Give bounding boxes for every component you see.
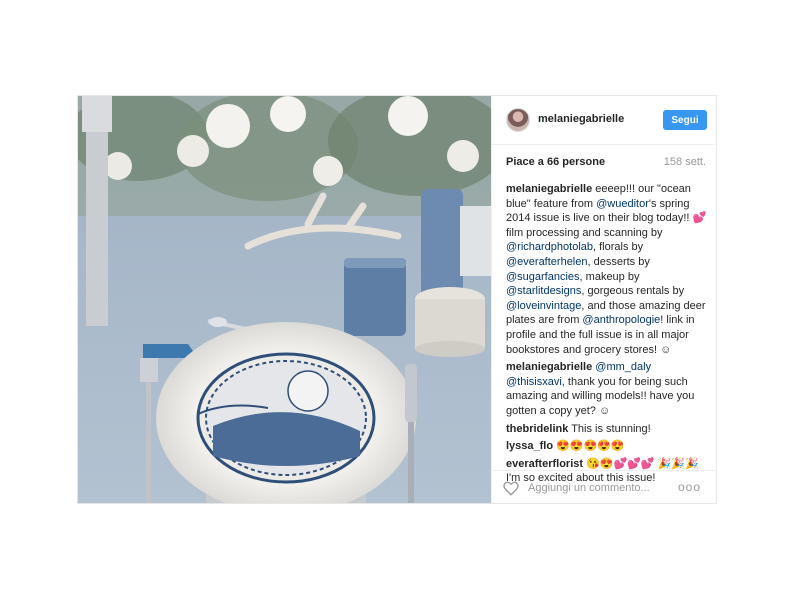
comment-username[interactable]: thebridelink [506,423,568,435]
post-header: melaniegabrielle Segui [492,96,717,145]
heart-outline-icon[interactable] [502,479,520,497]
comment-list: melaniegabrielle eeeep!!! our "ocean blu… [506,182,708,489]
mention-link[interactable]: @mm_daly [595,361,651,373]
more-dots-icon[interactable]: ooo [678,480,701,494]
post-author-username[interactable]: melaniegabrielle [538,113,624,125]
comment: melaniegabrielle eeeep!!! our "ocean blu… [506,182,708,357]
add-comment-input[interactable] [528,480,668,496]
comment-text: , makeup by [579,270,640,283]
comment: melaniegabrielle @mm_daly @thisisxavi, t… [506,360,708,418]
comment: thebridelink This is stunning! [506,422,708,437]
instagram-post: melaniegabrielle Segui Piace a 66 person… [77,95,717,504]
comment-bar: ooo [492,470,717,504]
post-sidebar: melaniegabrielle Segui Piace a 66 person… [491,96,717,504]
comment-username[interactable]: melaniegabrielle [506,361,592,373]
avatar[interactable] [506,108,530,132]
like-count[interactable]: Piace a 66 persone [506,156,605,168]
mention-link[interactable]: @sugarfancies [506,271,580,283]
comment-username[interactable]: everafterflorist [506,458,583,470]
mention-link[interactable]: @wueditor [596,198,649,210]
mention-link[interactable]: @loveinvintage [506,300,581,312]
mention-link[interactable]: @richardphotolab [506,241,593,253]
comment-username[interactable]: lyssa_flo [506,440,553,452]
mention-link[interactable]: @anthropologie [582,314,660,326]
mention-link[interactable]: @starlitdesigns [506,285,581,297]
comment: lyssa_flo 😍😍😍😍😍 [506,439,708,454]
post-photo[interactable] [78,96,491,503]
comment-text: , florals by [593,241,644,254]
comment-text: 😍😍😍😍😍 [553,440,625,453]
comment-text: This is stunning! [568,422,651,435]
likes-row: Piace a 66 persone 158 sett. [506,156,706,168]
comment-text: , gorgeous rentals by [581,285,685,298]
follow-button[interactable]: Segui [663,110,707,130]
mention-link[interactable]: @thisisxavi [506,376,562,388]
table-setting-image [78,96,491,503]
comment-username[interactable]: melaniegabrielle [506,183,592,195]
comment-text: , desserts by [587,255,650,268]
post-timestamp[interactable]: 158 sett. [664,156,706,168]
mention-link[interactable]: @everafterhelen [506,256,588,268]
